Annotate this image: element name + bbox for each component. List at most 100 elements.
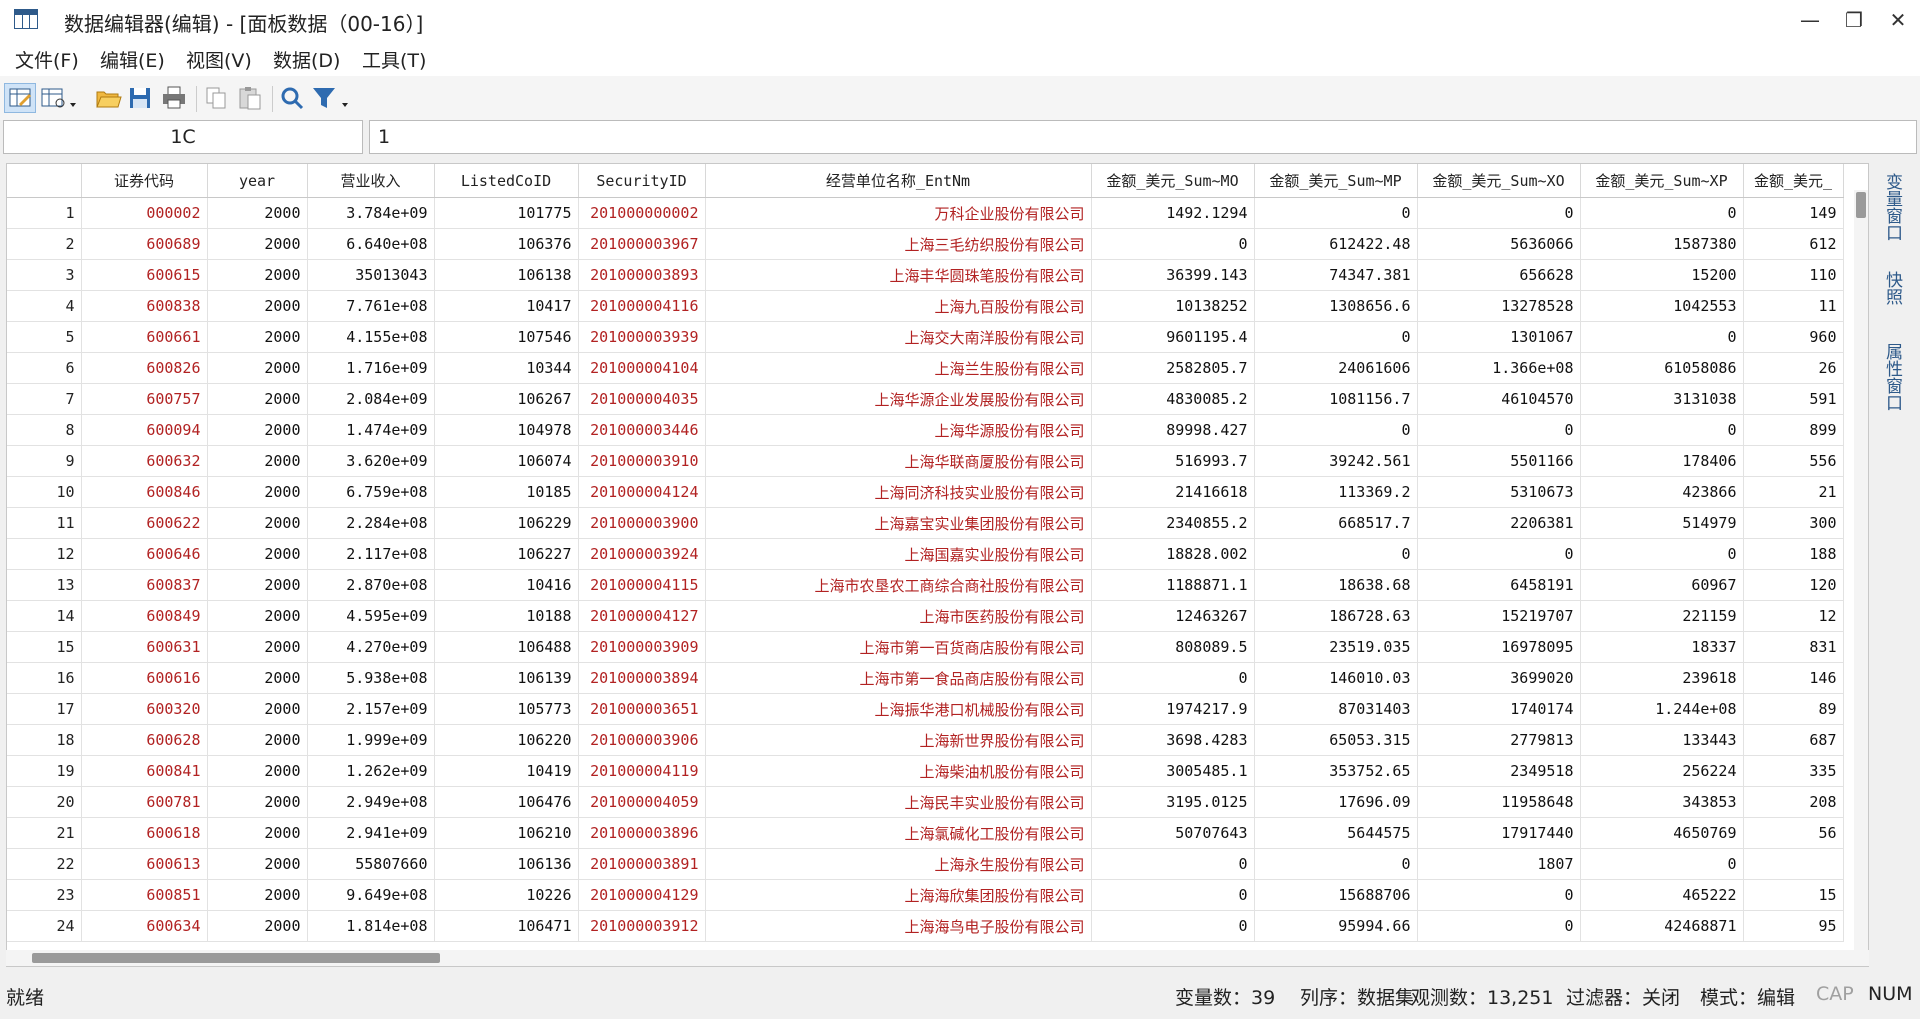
grid-cell[interactable]: 146010.03 xyxy=(1254,662,1418,694)
grid-cell[interactable]: 2.284e+08 xyxy=(307,507,435,539)
row-number[interactable]: 2 xyxy=(7,228,82,260)
grid-cell[interactable]: 000002 xyxy=(81,197,208,229)
grid-cell[interactable]: 2000 xyxy=(207,228,308,260)
grid-cell[interactable]: 上海同济科技实业股份有限公司 xyxy=(705,476,1092,508)
column-header[interactable]: SecurityID xyxy=(578,164,706,198)
column-header[interactable]: 经营单位名称_EntNm xyxy=(705,164,1092,198)
grid-cell[interactable]: 2.084e+09 xyxy=(307,383,435,415)
grid-cell[interactable]: 201000003909 xyxy=(578,631,706,663)
properties-window-tab[interactable]: 属性窗口 xyxy=(1880,343,1904,411)
grid-cell[interactable]: 201000003912 xyxy=(578,910,706,942)
grid-cell[interactable]: 0 xyxy=(1417,414,1581,446)
column-header[interactable]: 金额_美元_Sum~MP xyxy=(1254,164,1418,198)
grid-cell[interactable]: 1081156.7 xyxy=(1254,383,1418,415)
grid-cell[interactable]: 上海三毛纺织股份有限公司 xyxy=(705,228,1092,260)
grid-cell[interactable]: 668517.7 xyxy=(1254,507,1418,539)
grid-cell[interactable]: 2582805.7 xyxy=(1091,352,1255,384)
grid-cell[interactable]: 10188 xyxy=(434,600,579,632)
grid-cell[interactable]: 600826 xyxy=(81,352,208,384)
paste-icon[interactable] xyxy=(236,83,264,113)
grid-cell[interactable]: 201000003910 xyxy=(578,445,706,477)
grid-cell[interactable]: 208 xyxy=(1743,786,1844,818)
grid-cell[interactable]: 15219707 xyxy=(1417,600,1581,632)
grid-cell[interactable]: 1042553 xyxy=(1580,290,1744,322)
grid-cell[interactable]: 600616 xyxy=(81,662,208,694)
row-number[interactable]: 24 xyxy=(7,910,82,942)
row-number[interactable]: 4 xyxy=(7,290,82,322)
grid-cell[interactable]: 1308656.6 xyxy=(1254,290,1418,322)
grid-cell[interactable]: 133443 xyxy=(1580,724,1744,756)
grid-cell[interactable]: 0 xyxy=(1091,662,1255,694)
grid-cell[interactable]: 11 xyxy=(1743,290,1844,322)
grid-cell[interactable]: 上海华源企业发展股份有限公司 xyxy=(705,383,1092,415)
grid-cell[interactable]: 10419 xyxy=(434,755,579,787)
grid-cell[interactable]: 46104570 xyxy=(1417,383,1581,415)
grid-cell[interactable]: 17917440 xyxy=(1417,817,1581,849)
grid-cell[interactable]: 上海丰华圆珠笔股份有限公司 xyxy=(705,259,1092,291)
grid-cell[interactable]: 2000 xyxy=(207,817,308,849)
grid-cell[interactable]: 899 xyxy=(1743,414,1844,446)
grid-cell[interactable]: 6.640e+08 xyxy=(307,228,435,260)
grid-cell[interactable]: 0 xyxy=(1580,197,1744,229)
grid-cell[interactable]: 1492.1294 xyxy=(1091,197,1255,229)
grid-cell[interactable]: 2.949e+08 xyxy=(307,786,435,818)
grid-cell[interactable]: 0 xyxy=(1091,848,1255,880)
grid-cell[interactable]: 2.941e+09 xyxy=(307,817,435,849)
grid-cell[interactable]: 55807660 xyxy=(307,848,435,880)
grid-cell[interactable]: 201000000002 xyxy=(578,197,706,229)
grid-cell[interactable]: 612 xyxy=(1743,228,1844,260)
grid-cell[interactable]: 0 xyxy=(1254,321,1418,353)
grid-cell[interactable]: 0 xyxy=(1091,879,1255,911)
grid-cell[interactable]: 上海嘉宝实业集团股份有限公司 xyxy=(705,507,1092,539)
grid-cell[interactable]: 2000 xyxy=(207,414,308,446)
grid-cell[interactable]: 514979 xyxy=(1580,507,1744,539)
grid-cell[interactable]: 上海华联商厦股份有限公司 xyxy=(705,445,1092,477)
grid-cell[interactable]: 95994.66 xyxy=(1254,910,1418,942)
menu-edit[interactable]: 编辑(E) xyxy=(100,46,165,73)
grid-cell[interactable]: 上海振华港口机械股份有限公司 xyxy=(705,693,1092,725)
grid-cell[interactable]: 2000 xyxy=(207,197,308,229)
grid-cell[interactable]: 87031403 xyxy=(1254,693,1418,725)
grid-cell[interactable]: 106229 xyxy=(434,507,579,539)
grid-cell[interactable]: 4.270e+09 xyxy=(307,631,435,663)
grid-cell[interactable]: 2000 xyxy=(207,538,308,570)
grid-cell[interactable]: 600094 xyxy=(81,414,208,446)
row-number[interactable]: 6 xyxy=(7,352,82,384)
grid-cell[interactable]: 13278528 xyxy=(1417,290,1581,322)
grid-cell[interactable]: 35013043 xyxy=(307,259,435,291)
grid-cell[interactable]: 201000003900 xyxy=(578,507,706,539)
grid-cell[interactable]: 2.870e+08 xyxy=(307,569,435,601)
grid-cell[interactable]: 2000 xyxy=(207,724,308,756)
column-header[interactable]: 证券代码 xyxy=(81,164,208,198)
grid-cell[interactable]: 0 xyxy=(1254,197,1418,229)
grid-cell[interactable]: 201000003939 xyxy=(578,321,706,353)
grid-cell[interactable]: 2000 xyxy=(207,290,308,322)
row-number[interactable]: 15 xyxy=(7,631,82,663)
filter-icon[interactable] xyxy=(310,83,358,113)
grid-cell[interactable]: 0 xyxy=(1580,414,1744,446)
grid-cell[interactable]: 上海市医药股份有限公司 xyxy=(705,600,1092,632)
grid-cell[interactable]: 18828.002 xyxy=(1091,538,1255,570)
grid-cell[interactable]: 201000003896 xyxy=(578,817,706,849)
row-number[interactable]: 23 xyxy=(7,879,82,911)
grid-cell[interactable]: 15 xyxy=(1743,879,1844,911)
grid-cell[interactable]: 201000004119 xyxy=(578,755,706,787)
row-number[interactable]: 19 xyxy=(7,755,82,787)
grid-cell[interactable]: 6.759e+08 xyxy=(307,476,435,508)
grid-cell[interactable]: 2000 xyxy=(207,259,308,291)
grid-cell[interactable]: 239618 xyxy=(1580,662,1744,694)
grid-cell[interactable]: 上海兰生股份有限公司 xyxy=(705,352,1092,384)
grid-cell[interactable]: 106138 xyxy=(434,259,579,291)
grid-cell[interactable]: 5644575 xyxy=(1254,817,1418,849)
row-number-header[interactable] xyxy=(7,164,82,198)
grid-cell[interactable]: 106267 xyxy=(434,383,579,415)
grid-cell[interactable]: 18337 xyxy=(1580,631,1744,663)
grid-cell[interactable]: 201000004035 xyxy=(578,383,706,415)
grid-cell[interactable]: 6458191 xyxy=(1417,569,1581,601)
grid-cell[interactable]: 201000004124 xyxy=(578,476,706,508)
column-header[interactable]: 金额_美元_Sum~XP xyxy=(1580,164,1744,198)
grid-cell[interactable]: 0 xyxy=(1580,321,1744,353)
grid-cell[interactable]: 201000003893 xyxy=(578,259,706,291)
grid-cell[interactable]: 上海永生股份有限公司 xyxy=(705,848,1092,880)
grid-cell[interactable]: 2000 xyxy=(207,786,308,818)
